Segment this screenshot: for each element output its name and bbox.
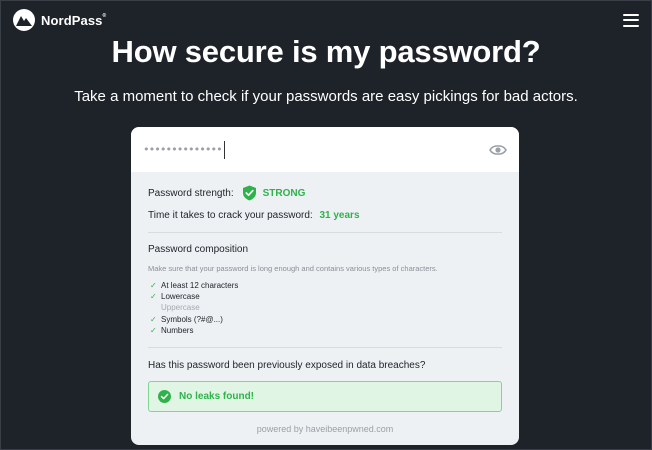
page-title: How secure is my password? (111, 34, 541, 69)
divider (148, 232, 502, 233)
crack-time-value: 31 years (319, 210, 360, 221)
requirement-item: ✓ Lowercase (150, 292, 200, 302)
text-cursor (223, 140, 225, 159)
eye-icon[interactable] (489, 143, 507, 157)
breach-result-box: No leaks found! (148, 380, 502, 412)
breach-question: Has this password been previously expose… (148, 359, 426, 371)
requirements-list: ✓ At least 12 characters ✓ Lowercase Upper… (148, 280, 502, 336)
requirement-item: ✓ At least 12 characters (150, 281, 239, 291)
requirement-item: ✓ Symbols (?#@...) (150, 314, 223, 324)
password-checker-card: •••••••••••••• Password strength: STRONG… (131, 127, 519, 445)
password-input[interactable]: •••••••••••••• (143, 140, 225, 159)
requirement-item: ✓ Numbers (150, 325, 194, 335)
brand-logo[interactable]: NordPass® (13, 9, 106, 31)
check-icon: ✓ (150, 281, 157, 291)
shield-check-icon (242, 185, 256, 201)
page-subtitle: Take a moment to check if your passwords… (74, 88, 578, 105)
crack-time-label: Time it takes to crack your password: (148, 210, 313, 221)
composition-title: Password composition (148, 244, 249, 255)
password-input-row: •••••••••••••• (131, 127, 519, 172)
password-masked-value: •••••••••••••• (143, 143, 223, 156)
strength-label: Password strength: (148, 187, 234, 199)
hamburger-menu-icon[interactable] (623, 13, 639, 27)
brand-name: NordPass® (41, 12, 107, 28)
check-icon: ✓ (150, 314, 157, 324)
breach-result-text: No leaks found! (179, 390, 255, 402)
nordpass-logo-icon (13, 9, 35, 31)
check-icon: ✓ (150, 325, 157, 335)
top-bar: NordPass® (13, 9, 639, 31)
strength-value: STRONG (262, 187, 306, 199)
crack-time-row: Time it takes to crack your password: 31… (148, 210, 502, 221)
requirement-item: Uppercase (161, 303, 200, 313)
strength-row: Password strength: STRONG (148, 185, 502, 201)
powered-by-link[interactable]: powered by haveibeenpwned.com (131, 424, 519, 434)
check-icon: ✓ (150, 292, 157, 302)
check-circle-icon (158, 389, 171, 403)
divider (148, 346, 502, 348)
composition-description: Make sure that your password is long eno… (148, 264, 438, 273)
